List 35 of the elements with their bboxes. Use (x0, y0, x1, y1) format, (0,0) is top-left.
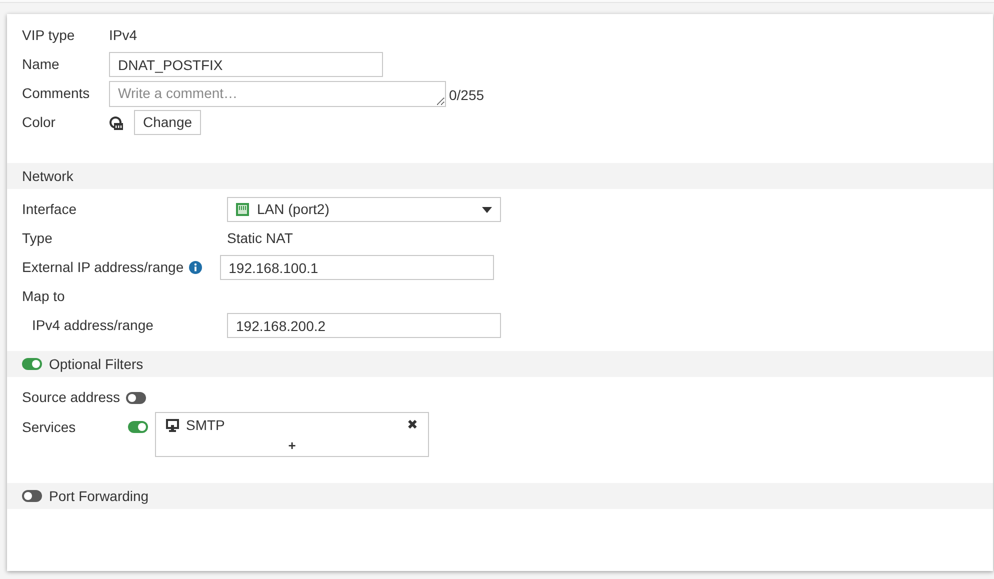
field-value: Static NAT (227, 229, 293, 248)
section-title: Optional Filters (49, 354, 144, 374)
field-label: Services (22, 418, 77, 437)
toggle-switch[interactable] (126, 392, 146, 404)
field-label: Interface (22, 200, 78, 219)
section-title: Port Forwarding (49, 486, 149, 506)
field-label: Source address (22, 388, 120, 407)
field-label: External IP address/range (22, 258, 184, 277)
remove-button[interactable]: ✖ (407, 415, 418, 435)
service-name: SMTP (186, 416, 226, 434)
change-button[interactable]: Change (134, 110, 202, 135)
section-title: Network (22, 166, 74, 186)
name-field[interactable]: DNAT_POSTFIX (109, 52, 383, 77)
port-icon (236, 203, 249, 216)
toggle-switch[interactable] (22, 358, 42, 370)
add-button[interactable]: + (288, 436, 296, 456)
info-icon[interactable] (188, 261, 202, 274)
field-label: IPv4 address/range (31, 316, 154, 335)
field-label: VIP type (22, 26, 76, 45)
service-icon (166, 418, 179, 432)
comments-field[interactable]: Write a comment… (109, 80, 446, 106)
toggle-switch[interactable] (128, 421, 148, 433)
interface-dropdown[interactable]: LAN (port2) (227, 197, 501, 222)
palette-icon (109, 116, 123, 130)
field-value: IPv4 (109, 26, 138, 45)
character-count: 0/255 (449, 86, 484, 105)
field-label: Comments (22, 84, 91, 103)
external-ip-field[interactable]: 192.168.100.1 (220, 255, 494, 280)
toggle-switch[interactable] (22, 490, 42, 502)
field-label: Type (22, 229, 54, 248)
field-label: Color (22, 113, 56, 132)
field-label: Name (22, 55, 60, 74)
mapped-ip-field[interactable]: 192.168.200.2 (227, 313, 501, 338)
caret-icon (482, 206, 492, 212)
field-label: Map to (22, 287, 65, 306)
